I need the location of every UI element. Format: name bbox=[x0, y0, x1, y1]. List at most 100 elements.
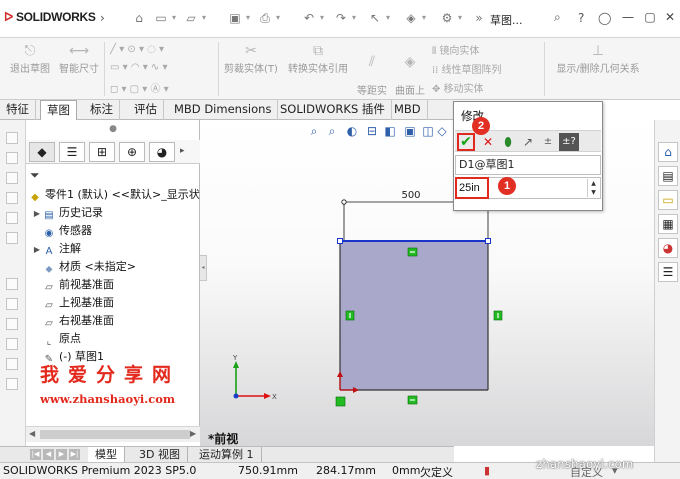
last-tab-icon[interactable]: ▶| bbox=[69, 449, 80, 460]
redo-icon[interactable]: ↷ bbox=[332, 10, 350, 26]
custom-properties-icon[interactable]: ☰ bbox=[658, 262, 678, 282]
minimize-icon[interactable]: — bbox=[620, 10, 636, 26]
expand-arrow-icon[interactable]: ▶ bbox=[32, 241, 42, 259]
tree-item-top-plane[interactable]: ▱ 上视基准面 bbox=[32, 294, 114, 312]
select-icon[interactable]: ↖ bbox=[366, 10, 384, 26]
configuration-manager-tab-icon[interactable]: ⊞ bbox=[89, 142, 115, 162]
ok-check-icon[interactable]: ✔ bbox=[457, 133, 475, 151]
solidworks-logo[interactable]: ᐅ SOLIDWORKS bbox=[4, 10, 96, 24]
close-icon[interactable]: ✕ bbox=[662, 10, 678, 26]
print-dropdown-icon[interactable]: ▾ bbox=[274, 10, 282, 26]
dimension-value-text[interactable]: 500 bbox=[401, 190, 420, 201]
undo-dropdown-icon[interactable]: ▾ bbox=[318, 10, 326, 26]
sketch-tool-icon[interactable] bbox=[6, 192, 18, 204]
expand-arrow-icon[interactable]: ▶ bbox=[32, 205, 42, 223]
tab-3d-view[interactable]: 3D 视图 bbox=[132, 447, 188, 463]
scroll-left-icon[interactable]: ◀ bbox=[29, 429, 35, 438]
open-dropdown-icon[interactable]: ▾ bbox=[200, 10, 208, 26]
mirror-entities-button[interactable]: ⫴ 镜向实体 bbox=[432, 42, 479, 57]
rectangle-tool-icon[interactable]: ▭ ▾ ◠ ▾ ∿ ▾ bbox=[110, 62, 168, 73]
display-manager-tab-icon[interactable]: ◕ bbox=[149, 142, 175, 162]
prev-tab-icon[interactable]: ◀ bbox=[43, 449, 54, 460]
trim-entities-button[interactable]: ✂ 剪裁实体(T) bbox=[222, 42, 280, 75]
smart-dimension-button[interactable]: ⟷ 智能尺寸 bbox=[56, 42, 102, 75]
undo-icon[interactable]: ↶ bbox=[300, 10, 318, 26]
cancel-x-icon[interactable]: ✕ bbox=[479, 133, 497, 151]
tree-item-front-plane[interactable]: ▱ 前视基准面 bbox=[32, 276, 114, 294]
file-explorer-icon[interactable]: ▭ bbox=[658, 190, 678, 210]
linear-pattern-button[interactable]: ⁞⁞ 线性草图阵列 bbox=[432, 61, 502, 76]
filter-icon[interactable]: ⏷ bbox=[30, 168, 40, 183]
sketch-tool-icon[interactable] bbox=[6, 212, 18, 224]
dimension-value-field[interactable]: ▲▼ bbox=[455, 177, 601, 199]
mark-dimension-icon[interactable]: ± bbox=[539, 133, 557, 151]
coincident-relation-icon[interactable] bbox=[335, 396, 346, 407]
sketch-tool-icon[interactable] bbox=[6, 338, 18, 350]
tab-model[interactable]: 模型 bbox=[88, 447, 125, 463]
sketch-tool-icon[interactable] bbox=[6, 172, 18, 184]
tab-motion-study[interactable]: 运动算例 1 bbox=[192, 447, 262, 463]
scroll-thumb[interactable] bbox=[40, 430, 190, 439]
redo-dropdown-icon[interactable]: ▾ bbox=[350, 10, 358, 26]
convert-entities-button[interactable]: ⧉ 转换实体引用 bbox=[282, 42, 354, 75]
home-icon[interactable]: ⌂ bbox=[658, 142, 678, 162]
endpoint-handle[interactable] bbox=[485, 238, 491, 244]
tree-item-right-plane[interactable]: ▱ 右视基准面 bbox=[32, 312, 114, 330]
move-entities-button[interactable]: ✥ 移动实体 bbox=[432, 80, 484, 95]
design-library-icon[interactable]: ▤ bbox=[658, 166, 678, 186]
search-icon[interactable]: ⌕ bbox=[554, 10, 570, 26]
menu-chevron-icon[interactable]: › bbox=[100, 11, 114, 25]
open-icon[interactable]: ▱ bbox=[182, 10, 200, 26]
rebuild-icon[interactable]: ◈ bbox=[402, 10, 420, 26]
sketch-tool-icon[interactable] bbox=[6, 358, 18, 370]
home-icon[interactable]: ⌂ bbox=[130, 10, 148, 26]
tree-item-sensors[interactable]: ◉ 传感器 bbox=[32, 222, 92, 240]
tree-root[interactable]: ◆ 零件1 (默认) <<默认>_显示状 bbox=[28, 186, 200, 204]
options-icon[interactable]: ⚙ bbox=[438, 10, 456, 26]
tree-horizontal-scrollbar[interactable]: ◀ ▶ bbox=[26, 426, 200, 442]
rebuild-dropdown-icon[interactable]: ▾ bbox=[420, 10, 428, 26]
view-palette-icon[interactable]: ▦ bbox=[658, 214, 678, 234]
exit-sketch-button[interactable]: ⎋ 退出草图 bbox=[8, 42, 52, 75]
dimxpert-tab-icon[interactable]: ⊕ bbox=[119, 142, 145, 162]
value-spinner[interactable]: ▲ ▼ bbox=[587, 179, 599, 197]
tabs-more-icon[interactable]: ▸ bbox=[180, 146, 185, 156]
tree-item-history[interactable]: ▶ ▤ 历史记录 bbox=[32, 204, 103, 222]
endpoint-handle[interactable] bbox=[337, 238, 343, 244]
tab-sketch[interactable]: 草图 bbox=[40, 100, 77, 120]
save-dropdown-icon[interactable]: ▾ bbox=[244, 10, 252, 26]
new-document-icon[interactable]: ▭ bbox=[152, 10, 170, 26]
dimension-value-input[interactable] bbox=[456, 178, 586, 198]
appearances-icon[interactable]: ◕ bbox=[658, 238, 678, 258]
display-delete-relations-button[interactable]: ⊥ 显示/删除几何关系 bbox=[548, 42, 648, 75]
new-dropdown-icon[interactable]: ▾ bbox=[170, 10, 178, 26]
tree-item-annotations[interactable]: ▶ A 注解 bbox=[32, 240, 81, 258]
scroll-right-icon[interactable]: ▶ bbox=[190, 429, 196, 438]
rebuild-status-icon[interactable]: ▮ bbox=[484, 464, 490, 477]
sketch-tool-icon[interactable] bbox=[6, 152, 18, 164]
tree-item-material[interactable]: ⬥ 材质 <未指定> bbox=[32, 258, 136, 276]
sketch-tool-icon[interactable] bbox=[6, 318, 18, 330]
tab-mbd-dimensions[interactable]: MBD Dimensions bbox=[168, 100, 279, 120]
tab-evaluate[interactable]: 评估 bbox=[128, 100, 164, 120]
line-tool-icon[interactable]: ╱ ▾ ⊙ ▾ ◌ ▾ bbox=[110, 44, 164, 55]
point-tool-icon[interactable]: ◻ ▾ ▢ ▾ Ⓐ ▾ bbox=[110, 80, 169, 95]
tab-features[interactable]: 特征 bbox=[0, 100, 36, 120]
select-dropdown-icon[interactable]: ▾ bbox=[384, 10, 392, 26]
rebuild-icon[interactable]: ⬮ bbox=[499, 133, 517, 151]
sketch-tool-icon[interactable] bbox=[6, 132, 18, 144]
sketch-tool-icon[interactable] bbox=[6, 278, 18, 290]
reverse-direction-icon[interactable]: ↗ bbox=[519, 133, 537, 151]
options-dropdown-icon[interactable]: ▾ bbox=[456, 10, 464, 26]
sketch-rectangle[interactable] bbox=[340, 241, 488, 390]
help-icon[interactable]: ? bbox=[578, 11, 584, 25]
next-tab-icon[interactable]: ▶ bbox=[56, 449, 67, 460]
first-tab-icon[interactable]: |◀ bbox=[30, 449, 41, 460]
tab-solidworks-addins[interactable]: SOLIDWORKS 插件 bbox=[274, 100, 392, 120]
tab-mbd[interactable]: MBD bbox=[388, 100, 428, 120]
property-manager-tab-icon[interactable]: ☰ bbox=[59, 142, 85, 162]
sketch-tool-icon[interactable] bbox=[6, 232, 18, 244]
fm-expand-handle-icon[interactable]: ● bbox=[26, 120, 200, 140]
sketch-tool-icon[interactable] bbox=[6, 298, 18, 310]
user-icon[interactable]: ◯ bbox=[598, 11, 611, 25]
